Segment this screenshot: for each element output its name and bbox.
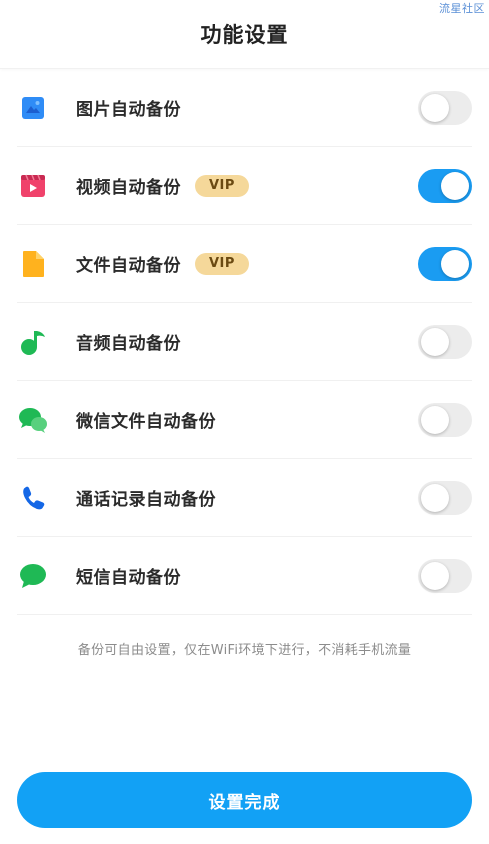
backup-item-label: 微信文件自动备份 <box>76 412 216 432</box>
toggle-switch-image[interactable] <box>418 90 472 125</box>
toggle-knob <box>421 483 449 512</box>
settings-page: 流星社区 功能设置 图片自动备份 视频自动备份 VIP 文件自动备份 VIP 音… <box>0 0 489 844</box>
phone-icon <box>18 483 48 513</box>
backup-item-call-log[interactable]: 通话记录自动备份 <box>17 459 472 537</box>
toggle-knob <box>421 327 449 356</box>
backup-item-label: 音频自动备份 <box>76 334 181 354</box>
backup-options-list: 图片自动备份 视频自动备份 VIP 文件自动备份 VIP 音频自动备份 微信文件… <box>0 69 489 615</box>
toggle-knob <box>421 405 449 434</box>
toggle-switch-call-log[interactable] <box>418 480 472 515</box>
toggle-knob <box>421 561 449 590</box>
toggle-knob <box>441 249 469 278</box>
page-title: 功能设置 <box>200 23 289 47</box>
backup-item-video[interactable]: 视频自动备份 VIP <box>17 147 472 225</box>
music-note-icon <box>18 327 48 357</box>
video-icon <box>18 171 48 201</box>
toggle-knob <box>421 93 449 122</box>
backup-item-label: 通话记录自动备份 <box>76 490 216 510</box>
backup-item-label: 图片自动备份 <box>76 100 181 120</box>
backup-item-label: 文件自动备份 <box>76 256 181 276</box>
toggle-switch-video[interactable] <box>418 168 472 203</box>
backup-item-label: 视频自动备份 <box>76 178 181 198</box>
wechat-icon <box>18 405 48 435</box>
done-button[interactable]: 设置完成 <box>17 772 472 828</box>
toggle-switch-wechat[interactable] <box>418 402 472 437</box>
vip-badge: VIP <box>195 174 249 197</box>
toggle-switch-sms[interactable] <box>418 558 472 593</box>
backup-item-wechat[interactable]: 微信文件自动备份 <box>17 381 472 459</box>
backup-item-image[interactable]: 图片自动备份 <box>17 69 472 147</box>
backup-item-sms[interactable]: 短信自动备份 <box>17 537 472 615</box>
toggle-switch-audio[interactable] <box>418 324 472 359</box>
backup-item-file[interactable]: 文件自动备份 VIP <box>17 225 472 303</box>
page-header: 功能设置 <box>0 0 489 69</box>
backup-item-audio[interactable]: 音频自动备份 <box>17 303 472 381</box>
watermark: 流星社区 <box>439 2 485 15</box>
file-icon <box>18 249 48 279</box>
vip-badge: VIP <box>195 252 249 275</box>
toggle-switch-file[interactable] <box>418 246 472 281</box>
backup-note: 备份可自由设置，仅在WiFi环境下进行，不消耗手机流量 <box>77 643 412 658</box>
sms-bubble-icon <box>18 561 48 591</box>
toggle-knob <box>441 171 469 200</box>
backup-item-label: 短信自动备份 <box>76 568 181 588</box>
image-icon <box>18 93 48 123</box>
